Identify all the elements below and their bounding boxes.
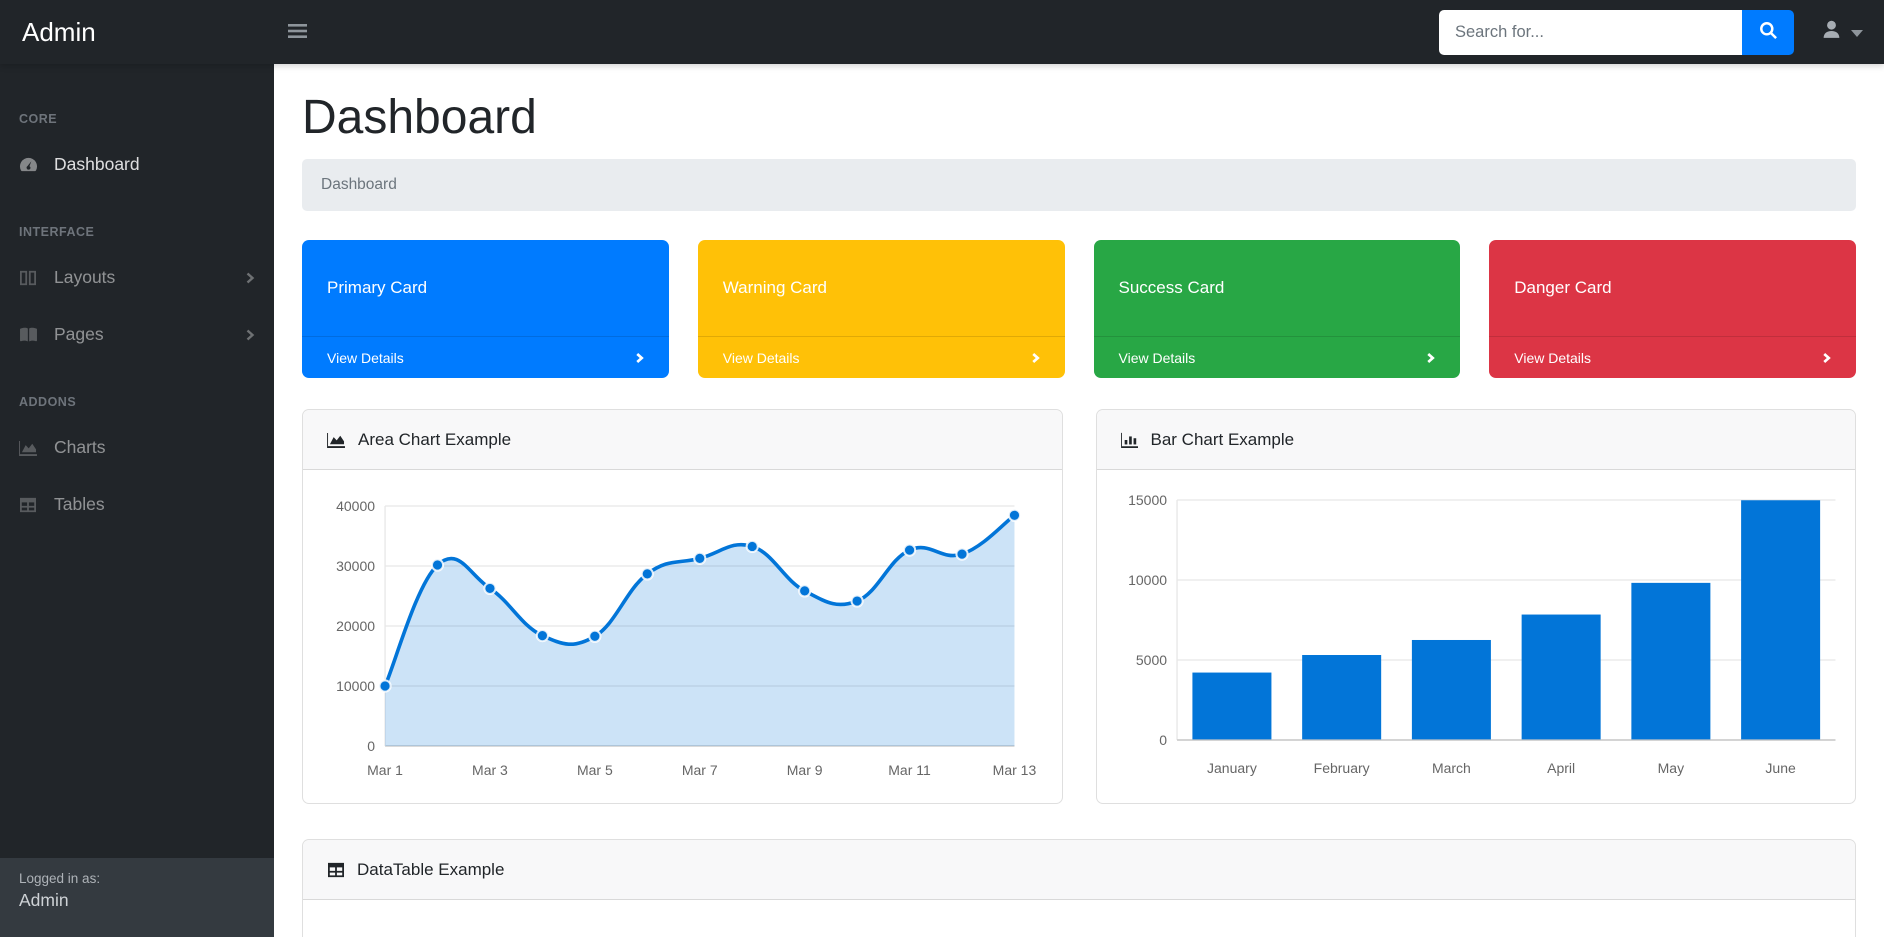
primary-card: Primary Card View Details bbox=[302, 240, 669, 378]
datatable-title: DataTable Example bbox=[357, 860, 504, 880]
stat-cards-row: Primary Card View Details Warning Card V… bbox=[302, 240, 1856, 378]
area-chart-title: Area Chart Example bbox=[358, 430, 511, 450]
svg-text:15000: 15000 bbox=[1128, 492, 1167, 508]
table-icon bbox=[327, 862, 345, 878]
svg-text:Mar 1: Mar 1 bbox=[367, 762, 403, 778]
bar-chart-title: Bar Chart Example bbox=[1151, 430, 1295, 450]
svg-text:Mar 5: Mar 5 bbox=[577, 762, 613, 778]
bar-chart: 0 5000 10000 15000 January February March April… bbox=[1097, 470, 1856, 803]
danger-card: Danger Card View Details bbox=[1489, 240, 1856, 378]
bar-chart-card-header: Bar Chart Example bbox=[1097, 410, 1856, 470]
svg-text:June: June bbox=[1765, 760, 1796, 776]
chevron-right-icon bbox=[1426, 352, 1435, 364]
datatable-card: DataTable Example bbox=[302, 839, 1856, 937]
sidebar-item-label: Pages bbox=[54, 324, 104, 345]
sidebar-item-layouts[interactable]: Layouts bbox=[0, 249, 274, 306]
area-chart-card: Area Chart Example 0 10000 20000 30000 40000… bbox=[302, 409, 1063, 804]
card-title: Danger Card bbox=[1489, 240, 1856, 336]
area-chart-body: 0 10000 20000 30000 40000 Mar 1 Mar 3 Mar 5 Mar … bbox=[303, 470, 1062, 803]
table-icon bbox=[19, 497, 43, 513]
svg-text:May: May bbox=[1657, 760, 1683, 776]
svg-text:Mar 7: Mar 7 bbox=[682, 762, 718, 778]
svg-text:February: February bbox=[1313, 760, 1369, 776]
svg-text:0: 0 bbox=[367, 738, 375, 754]
svg-text:Mar 11: Mar 11 bbox=[888, 762, 931, 778]
bar-chart-body: 0 5000 10000 15000 January February March April… bbox=[1097, 470, 1856, 803]
svg-text:Mar 13: Mar 13 bbox=[993, 762, 1037, 778]
view-details-link[interactable]: View Details bbox=[1489, 336, 1856, 378]
svg-text:0: 0 bbox=[1159, 732, 1167, 748]
user-icon bbox=[1820, 18, 1843, 46]
view-details-link[interactable]: View Details bbox=[698, 336, 1065, 378]
card-title: Success Card bbox=[1094, 240, 1461, 336]
logged-in-user: Admin bbox=[19, 890, 255, 911]
warning-card: Warning Card View Details bbox=[698, 240, 1065, 378]
chart-area-icon bbox=[19, 440, 43, 456]
user-dropdown[interactable] bbox=[1820, 18, 1863, 46]
logged-in-as-label: Logged in as: bbox=[19, 871, 255, 886]
area-chart: 0 10000 20000 30000 40000 Mar 1 Mar 3 Mar 5 Mar … bbox=[303, 470, 1062, 803]
search-input[interactable] bbox=[1439, 10, 1742, 55]
chevron-right-icon bbox=[1822, 352, 1831, 364]
caret-down-icon bbox=[1851, 30, 1863, 37]
svg-text:40000: 40000 bbox=[336, 498, 375, 514]
svg-text:30000: 30000 bbox=[336, 558, 375, 574]
svg-text:20000: 20000 bbox=[336, 618, 375, 634]
sidebar-item-label: Tables bbox=[54, 494, 105, 515]
sidebar: CORE Dashboard INTERFACE Layouts bbox=[0, 64, 274, 937]
charts-row: Area Chart Example 0 10000 20000 30000 40000… bbox=[302, 409, 1856, 804]
card-title: Primary Card bbox=[302, 240, 669, 336]
sidebar-item-charts[interactable]: Charts bbox=[0, 419, 274, 476]
svg-text:Mar 9: Mar 9 bbox=[787, 762, 823, 778]
svg-text:Mar 3: Mar 3 bbox=[472, 762, 508, 778]
breadcrumb-item: Dashboard bbox=[321, 176, 397, 193]
chart-area-icon bbox=[327, 432, 346, 448]
sidebar-toggle-button[interactable] bbox=[288, 23, 307, 42]
sidebar-item-label: Charts bbox=[54, 437, 106, 458]
sidebar-item-label: Layouts bbox=[54, 267, 115, 288]
sidebar-heading-core: CORE bbox=[0, 82, 274, 136]
sidebar-item-label: Dashboard bbox=[54, 154, 140, 175]
chevron-right-icon bbox=[635, 352, 644, 364]
chevron-right-icon bbox=[245, 272, 255, 284]
tachometer-icon bbox=[19, 156, 43, 173]
svg-text:10000: 10000 bbox=[336, 678, 375, 694]
sidebar-item-dashboard[interactable]: Dashboard bbox=[0, 136, 274, 193]
main-content: Dashboard Dashboard Primary Card View De… bbox=[274, 64, 1884, 937]
svg-text:April: April bbox=[1547, 760, 1575, 776]
sidebar-heading-interface: INTERFACE bbox=[0, 193, 274, 249]
success-card: Success Card View Details bbox=[1094, 240, 1461, 378]
view-details-link[interactable]: View Details bbox=[1094, 336, 1461, 378]
hamburger-icon bbox=[288, 23, 307, 42]
svg-text:5000: 5000 bbox=[1135, 652, 1166, 668]
page-title: Dashboard bbox=[302, 90, 1856, 145]
columns-icon bbox=[19, 270, 43, 286]
chevron-right-icon bbox=[245, 329, 255, 341]
search-form bbox=[1439, 10, 1794, 55]
search-button[interactable] bbox=[1742, 10, 1794, 55]
top-navbar: Admin bbox=[0, 0, 1884, 64]
svg-text:January: January bbox=[1207, 760, 1257, 776]
sidebar-footer: Logged in as: Admin bbox=[0, 858, 274, 937]
datatable-body bbox=[303, 900, 1855, 937]
area-chart-card-header: Area Chart Example bbox=[303, 410, 1062, 470]
sidebar-heading-addons: ADDONS bbox=[0, 363, 274, 419]
app-brand[interactable]: Admin bbox=[0, 17, 274, 48]
svg-text:10000: 10000 bbox=[1128, 572, 1167, 588]
sidebar-item-tables[interactable]: Tables bbox=[0, 476, 274, 533]
chart-bar-icon bbox=[1121, 432, 1139, 448]
bar-chart-card: Bar Chart Example 0 5000 10000 15000 January… bbox=[1096, 409, 1857, 804]
chevron-right-icon bbox=[1031, 352, 1040, 364]
sidebar-item-pages[interactable]: Pages bbox=[0, 306, 274, 363]
search-icon bbox=[1759, 21, 1778, 43]
book-open-icon bbox=[19, 327, 43, 343]
breadcrumb: Dashboard bbox=[302, 159, 1856, 211]
datatable-card-header: DataTable Example bbox=[303, 840, 1855, 900]
card-title: Warning Card bbox=[698, 240, 1065, 336]
view-details-link[interactable]: View Details bbox=[302, 336, 669, 378]
svg-text:March: March bbox=[1431, 760, 1470, 776]
